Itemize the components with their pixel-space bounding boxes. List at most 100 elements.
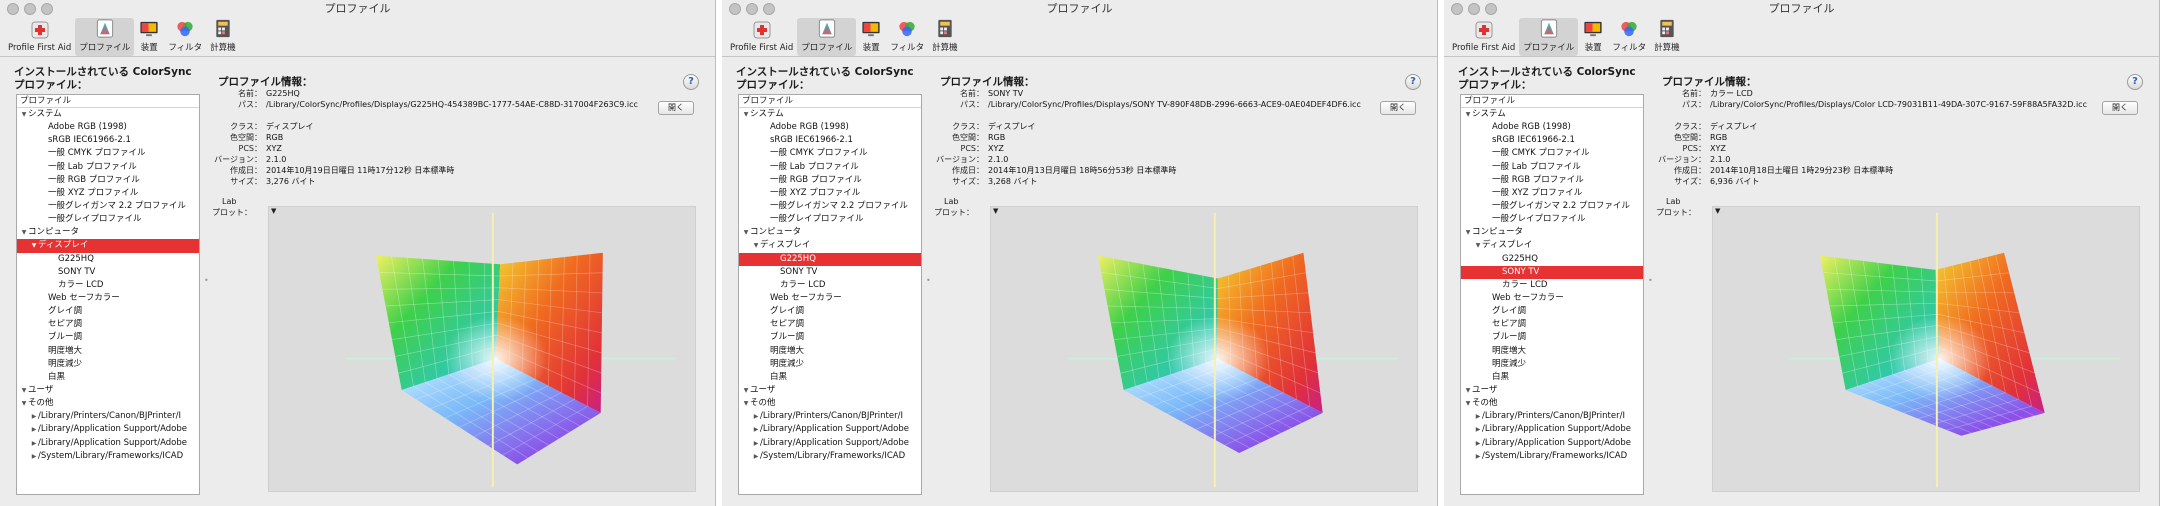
- disclosure-open-icon[interactable]: ▼: [30, 239, 38, 252]
- toolbar-item[interactable]: フィルタ: [164, 18, 206, 56]
- profile-list-item[interactable]: ▼ ユーザ: [1461, 384, 1643, 397]
- toolbar-item[interactable]: フィルタ: [1608, 18, 1650, 56]
- profile-list-item[interactable]: グレイ調: [17, 305, 199, 318]
- profile-list-item[interactable]: ▶/System/Library/Frameworks/ICAD: [1461, 450, 1643, 463]
- toolbar-item[interactable]: Profile First Aid: [1448, 18, 1519, 56]
- profile-list-item[interactable]: ▼ コンピュータ: [1461, 226, 1643, 239]
- plot-menu-triangle-icon[interactable]: ▼: [993, 207, 998, 215]
- disclosure-closed-icon[interactable]: ▶: [752, 450, 760, 463]
- disclosure-open-icon[interactable]: ▼: [1464, 108, 1472, 121]
- minimize-button[interactable]: [746, 3, 758, 15]
- profile-list-item[interactable]: ▼ コンピュータ: [17, 226, 199, 239]
- profile-list-item[interactable]: 白黒: [1461, 371, 1643, 384]
- profile-list-item[interactable]: sRGB IEC61966-2.1: [739, 134, 921, 147]
- profile-list-item[interactable]: ▼ ユーザ: [739, 384, 921, 397]
- toolbar-item[interactable]: 計算機: [206, 18, 240, 56]
- profile-list-item[interactable]: Adobe RGB (1998): [17, 121, 199, 134]
- disclosure-open-icon[interactable]: ▼: [20, 397, 28, 410]
- open-button[interactable]: 開く: [658, 101, 694, 115]
- plot-menu-triangle-icon[interactable]: ▼: [1715, 207, 1720, 215]
- toolbar-item[interactable]: 装置: [1578, 18, 1608, 56]
- profile-list-item[interactable]: ▶/Library/Application Support/Adobe: [739, 437, 921, 450]
- profile-list-item[interactable]: ▶/Library/Application Support/Adobe: [17, 437, 199, 450]
- profile-list-item[interactable]: 一般 Lab プロファイル: [1461, 161, 1643, 174]
- profile-list-item[interactable]: 一般グレイプロファイル: [17, 213, 199, 226]
- profile-list-item[interactable]: 明度減少: [17, 358, 199, 371]
- profile-list-item[interactable]: 一般グレイガンマ 2.2 プロファイル: [739, 200, 921, 213]
- profile-list-item[interactable]: ブルー調: [739, 331, 921, 344]
- lab-plot-view[interactable]: [990, 206, 1418, 492]
- profile-list-item[interactable]: 一般グレイプロファイル: [1461, 213, 1643, 226]
- profile-list-item[interactable]: ▼ その他: [739, 397, 921, 410]
- disclosure-closed-icon[interactable]: ▶: [1474, 423, 1482, 436]
- profile-list-item[interactable]: セピア調: [739, 318, 921, 331]
- profile-list-item[interactable]: ブルー調: [1461, 331, 1643, 344]
- profile-list-item[interactable]: sRGB IEC61966-2.1: [1461, 134, 1643, 147]
- profile-list-item[interactable]: 明度減少: [1461, 358, 1643, 371]
- toolbar-item[interactable]: フィルタ: [886, 18, 928, 56]
- profile-list-item[interactable]: ▼ ユーザ: [17, 384, 199, 397]
- profile-list-item[interactable]: ▶/System/Library/Frameworks/ICAD: [739, 450, 921, 463]
- profile-list-item[interactable]: 白黒: [739, 371, 921, 384]
- profile-list-item[interactable]: G225HQ: [17, 253, 199, 266]
- disclosure-closed-icon[interactable]: ▶: [30, 437, 38, 450]
- toolbar-item[interactable]: Profile First Aid: [4, 18, 75, 56]
- profile-list[interactable]: プロファイル ▼ システム Adobe RGB (1998) sRGB IEC6196…: [1460, 94, 1644, 495]
- profile-list-item[interactable]: ▼ ディスプレイ: [17, 239, 199, 253]
- profile-list-item[interactable]: ▶/Library/Printers/Canon/BJPrinter/I: [1461, 410, 1643, 423]
- disclosure-open-icon[interactable]: ▼: [742, 384, 750, 397]
- profile-list-item[interactable]: 明度増大: [17, 345, 199, 358]
- profile-list-item[interactable]: 一般グレイガンマ 2.2 プロファイル: [1461, 200, 1643, 213]
- profile-list-header[interactable]: プロファイル: [1461, 95, 1643, 108]
- split-handle-icon[interactable]: •: [926, 276, 931, 285]
- disclosure-open-icon[interactable]: ▼: [20, 226, 28, 239]
- zoom-button[interactable]: [1485, 3, 1497, 15]
- disclosure-closed-icon[interactable]: ▶: [1474, 437, 1482, 450]
- disclosure-closed-icon[interactable]: ▶: [752, 437, 760, 450]
- zoom-button[interactable]: [41, 3, 53, 15]
- profile-list-item[interactable]: 一般 XYZ プロファイル: [1461, 187, 1643, 200]
- profile-list-item[interactable]: ▶/Library/Application Support/Adobe: [17, 423, 199, 436]
- profile-list-item[interactable]: ▼ システム: [739, 108, 921, 121]
- profile-list-item[interactable]: 一般グレイプロファイル: [739, 213, 921, 226]
- toolbar-item[interactable]: 装置: [856, 18, 886, 56]
- profile-list-item[interactable]: 一般 XYZ プロファイル: [17, 187, 199, 200]
- profile-list-item[interactable]: グレイ調: [1461, 305, 1643, 318]
- disclosure-open-icon[interactable]: ▼: [20, 108, 28, 121]
- profile-list-item[interactable]: 一般 RGB プロファイル: [17, 174, 199, 187]
- minimize-button[interactable]: [24, 3, 36, 15]
- profile-list-item[interactable]: sRGB IEC61966-2.1: [17, 134, 199, 147]
- toolbar-item[interactable]: 装置: [134, 18, 164, 56]
- zoom-button[interactable]: [763, 3, 775, 15]
- disclosure-open-icon[interactable]: ▼: [1464, 397, 1472, 410]
- lab-plot-view[interactable]: [268, 206, 696, 492]
- disclosure-closed-icon[interactable]: ▶: [752, 410, 760, 423]
- profile-list-item[interactable]: ▼ その他: [17, 397, 199, 410]
- close-button[interactable]: [7, 3, 19, 15]
- profile-list-item[interactable]: 一般グレイガンマ 2.2 プロファイル: [17, 200, 199, 213]
- profile-list-item[interactable]: Web セーフカラー: [1461, 292, 1643, 305]
- toolbar-item[interactable]: 計算機: [1650, 18, 1684, 56]
- toolbar-item[interactable]: 計算機: [928, 18, 962, 56]
- profile-list-item[interactable]: 一般 CMYK プロファイル: [1461, 147, 1643, 160]
- profile-list-item[interactable]: 一般 Lab プロファイル: [17, 161, 199, 174]
- profile-list-item[interactable]: ブルー調: [17, 331, 199, 344]
- profile-list-item[interactable]: 明度増大: [1461, 345, 1643, 358]
- split-handle-icon[interactable]: •: [204, 276, 209, 285]
- profile-list-item[interactable]: ▶/Library/Application Support/Adobe: [739, 423, 921, 436]
- disclosure-closed-icon[interactable]: ▶: [30, 423, 38, 436]
- profile-list-item[interactable]: ▼ システム: [1461, 108, 1643, 121]
- toolbar-item[interactable]: プロファイル: [75, 18, 135, 56]
- profile-list-item[interactable]: 一般 CMYK プロファイル: [739, 147, 921, 160]
- profile-list-item[interactable]: セピア調: [17, 318, 199, 331]
- profile-list-item[interactable]: ▶/Library/Printers/Canon/BJPrinter/I: [17, 410, 199, 423]
- plot-menu-triangle-icon[interactable]: ▼: [271, 207, 276, 215]
- split-handle-icon[interactable]: •: [1648, 276, 1653, 285]
- disclosure-closed-icon[interactable]: ▶: [752, 423, 760, 436]
- close-button[interactable]: [1451, 3, 1463, 15]
- profile-list-item[interactable]: G225HQ: [1461, 253, 1643, 266]
- open-button[interactable]: 開く: [2102, 101, 2138, 115]
- profile-list-item[interactable]: ▶/Library/Printers/Canon/BJPrinter/I: [739, 410, 921, 423]
- profile-list-header[interactable]: プロファイル: [17, 95, 199, 108]
- close-button[interactable]: [729, 3, 741, 15]
